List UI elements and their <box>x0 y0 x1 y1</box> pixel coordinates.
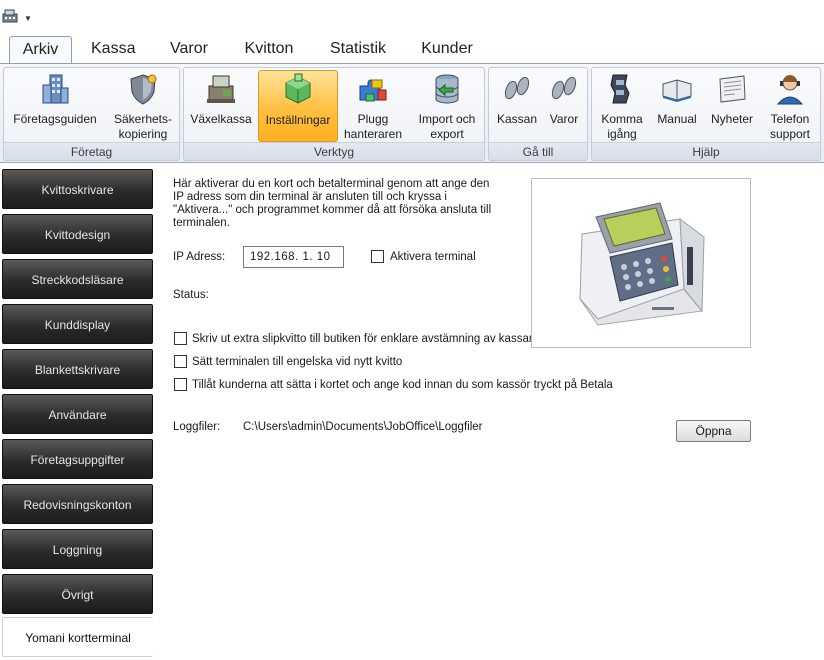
intro-text: Här aktiverar du en kort och betaltermin… <box>173 178 492 229</box>
shield-icon <box>130 74 157 105</box>
sidebar-item-loggning[interactable]: Loggning <box>2 529 153 569</box>
installningar-button[interactable]: Inställningar <box>258 70 338 142</box>
headset-person-icon <box>776 75 804 105</box>
sidebar-item-anvandare[interactable]: Användare <box>2 394 153 434</box>
sidebar-item-ovrigt[interactable]: Övrigt <box>2 574 153 614</box>
tab-kassa[interactable]: Kassa <box>85 36 141 64</box>
nyheter-button[interactable]: Nyheter <box>706 70 758 142</box>
sidebar-item-kunddisplay[interactable]: Kunddisplay <box>2 304 153 344</box>
book-icon <box>662 79 692 102</box>
customize-dropdown-icon[interactable]: ▼ <box>24 14 32 23</box>
group-label-hjalp: Hjälp <box>592 142 820 160</box>
terminal-photo <box>531 178 751 348</box>
activate-terminal-label: Aktivera terminal <box>390 251 476 263</box>
group-label-foretag: Företag <box>4 142 179 160</box>
sidebar-item-streckkodslasare[interactable]: Streckkodsläsare <box>2 259 153 299</box>
group-gatill: Kassan Varor Gå till <box>488 67 588 161</box>
database-icon <box>435 74 459 104</box>
building-icon <box>42 74 69 104</box>
goto-kassan-button[interactable]: Kassan <box>493 70 541 142</box>
foretagsguiden-button[interactable]: Företagsguiden <box>11 70 99 142</box>
sakerhetskopiering-button[interactable]: Säkerhets- kopiering <box>109 70 177 142</box>
extra-slip-checkbox[interactable] <box>174 332 187 345</box>
film-icon <box>610 74 630 104</box>
ribbon: Företagsguiden Säkerhets- kopiering Före… <box>0 63 824 163</box>
open-log-button[interactable]: Öppna <box>676 420 751 442</box>
sidebar-item-kvittoskrivare[interactable]: Kvittoskrivare <box>2 169 153 209</box>
nyheter-label: Nyheter <box>710 112 754 126</box>
activate-terminal-checkbox[interactable] <box>371 250 384 263</box>
tab-statistik[interactable]: Statistik <box>323 36 393 64</box>
early-card-insert-label: Tillåt kunderna att sätta i kortet och a… <box>192 379 613 391</box>
settings-cube-icon <box>285 73 311 104</box>
newspaper-icon <box>719 75 746 103</box>
sidebar-item-foretagsuppgifter[interactable]: Företagsuppgifter <box>2 439 153 479</box>
footprints-icon <box>504 76 530 100</box>
manual-button[interactable]: Manual <box>652 70 702 142</box>
komma-label-1: Komma <box>601 112 643 126</box>
import-export-button[interactable]: Import och export <box>410 70 484 142</box>
log-files-label: Loggfiler: <box>173 421 221 433</box>
group-hjalp: Komma igång Manual Nyheter Telefon suppo… <box>591 67 821 161</box>
group-verktyg: Växelkassa Inställningar Plugg hanterare… <box>183 67 485 161</box>
import-label-2: export <box>430 127 464 141</box>
ip-address-label: IP Adress: <box>173 251 226 263</box>
tab-arkiv[interactable]: Arkiv <box>9 36 72 65</box>
installningar-label: Inställningar <box>265 113 331 127</box>
plugg-label-1: Plugg <box>357 112 389 126</box>
group-label-gatill: Gå till <box>489 142 587 160</box>
telefon-label-1: Telefon <box>770 112 810 126</box>
status-label: Status: <box>173 289 209 301</box>
terminal-settings-panel: Här aktiverar du en kort och betaltermin… <box>156 164 824 660</box>
sakerhetskopiering-label-2: kopiering <box>118 127 168 141</box>
sakerhetskopiering-label-1: Säkerhets- <box>113 112 173 126</box>
english-terminal-checkbox[interactable] <box>174 355 187 368</box>
cash-register-icon <box>207 75 235 103</box>
payment-terminal-icon <box>579 202 705 326</box>
extra-slip-label: Skriv ut extra slipkvitto till butiken f… <box>192 333 536 345</box>
puzzle-icon <box>359 79 387 102</box>
tab-varor[interactable]: Varor <box>161 36 217 64</box>
sidebar-item-redovisningskonton[interactable]: Redovisningskonton <box>2 484 153 524</box>
plugg-label-2: hanteraren <box>343 127 403 141</box>
sidebar-item-yomani-kortterminal[interactable]: Yomani kortterminal <box>2 617 153 657</box>
komma-igang-button[interactable]: Komma igång <box>596 70 648 142</box>
kassan-label: Kassan <box>496 112 538 126</box>
vaxelkassa-button[interactable]: Växelkassa <box>188 70 254 142</box>
quick-access-toolbar: ▼ <box>0 0 824 33</box>
plugg-hanteraren-button[interactable]: Plugg hanteraren <box>342 70 404 142</box>
cash-register-icon[interactable] <box>2 9 18 23</box>
group-foretag: Företagsguiden Säkerhets- kopiering Före… <box>3 67 180 161</box>
ip-address-input[interactable]: 192.168. 1. 10 <box>243 246 344 268</box>
tab-kunder[interactable]: Kunder <box>414 36 480 64</box>
ribbon-tabs: Arkiv Kassa Varor Kvitton Statistik Kund… <box>0 33 824 65</box>
komma-label-2: igång <box>607 127 637 141</box>
goto-varor-button[interactable]: Varor <box>543 70 585 142</box>
footprints-icon <box>551 76 577 100</box>
sidebar-item-kvittodesign[interactable]: Kvittodesign <box>2 214 153 254</box>
settings-sidebar: Kvittoskrivare Kvittodesign Streckkodslä… <box>0 164 156 660</box>
import-label-1: Import och <box>418 112 476 126</box>
varor-label: Varor <box>549 112 579 126</box>
foretagsguiden-label: Företagsguiden <box>13 112 97 126</box>
sidebar-item-blankettskrivare[interactable]: Blankettskrivare <box>2 349 153 389</box>
early-card-insert-checkbox[interactable] <box>174 378 187 391</box>
log-files-path: C:\Users\admin\Documents\JobOffice\Loggf… <box>243 421 483 433</box>
group-label-verktyg: Verktyg <box>184 142 484 160</box>
telefon-support-button[interactable]: Telefon support <box>762 70 818 142</box>
manual-label: Manual <box>657 112 697 126</box>
tab-kvitton[interactable]: Kvitton <box>237 36 301 64</box>
english-terminal-label: Sätt terminalen till engelska vid nytt k… <box>192 356 403 368</box>
telefon-label-2: support <box>769 127 811 141</box>
vaxelkassa-label: Växelkassa <box>190 112 252 126</box>
